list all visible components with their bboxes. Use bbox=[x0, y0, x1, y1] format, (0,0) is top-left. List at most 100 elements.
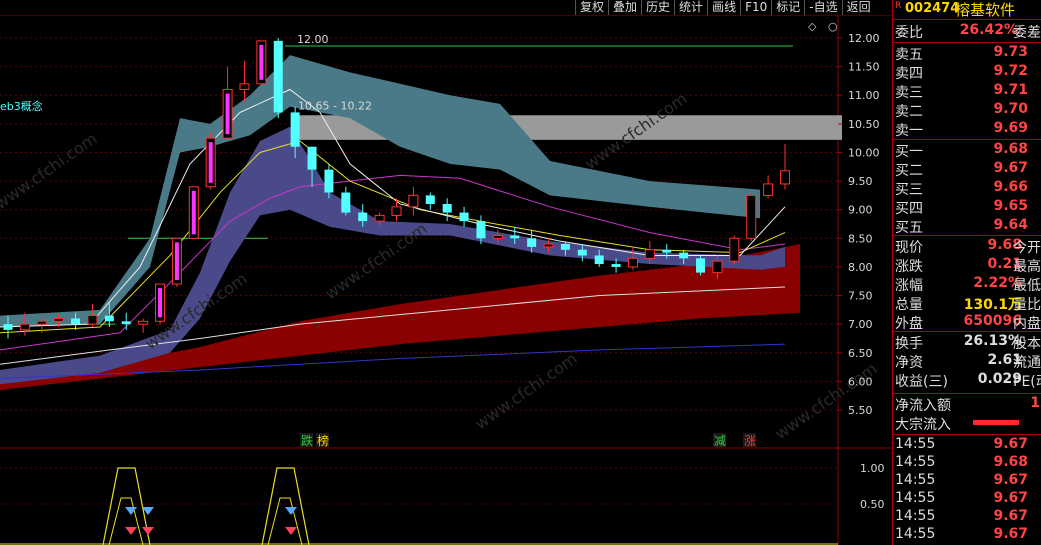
candle-up bbox=[87, 315, 98, 325]
tick-price: 9.67 bbox=[993, 436, 1028, 452]
bid-row: 买三 9.66 bbox=[893, 179, 1041, 198]
committee-value: 26.42% bbox=[959, 22, 1018, 38]
quote-tail: 最低 bbox=[1013, 278, 1041, 294]
quote-tail: 最高 bbox=[1013, 259, 1041, 275]
tick-row: 14:55 9.67 bbox=[893, 490, 1041, 508]
candle-down bbox=[560, 244, 570, 250]
bid-label: 买二 bbox=[895, 163, 923, 179]
quote-label: 涨幅 bbox=[895, 278, 923, 294]
toolbar-item-2[interactable]: 历史 bbox=[641, 0, 675, 15]
bid-value: 9.64 bbox=[993, 217, 1028, 233]
bid-label: 买三 bbox=[895, 182, 923, 198]
sub-signal bbox=[102, 467, 151, 545]
gem-icon bbox=[285, 507, 297, 515]
tick-time: 14:55 bbox=[895, 472, 936, 488]
candle-down bbox=[425, 195, 435, 204]
y-tick-label: 10.00 bbox=[848, 146, 880, 159]
bid-value: 9.67 bbox=[993, 160, 1028, 176]
high-label: 12.00 bbox=[297, 33, 329, 46]
committee-tail: 委差 bbox=[1013, 25, 1041, 41]
candle-up bbox=[543, 243, 554, 248]
candle-down bbox=[290, 112, 300, 147]
toolbar-item-3[interactable]: 统计 bbox=[674, 0, 708, 15]
quote-row: 涨跌 0.21 最高 bbox=[893, 256, 1041, 275]
tick-price: 9.67 bbox=[993, 508, 1028, 524]
stock-header[interactable]: R 002474 榕基软件 bbox=[893, 0, 1041, 19]
candle-up bbox=[138, 320, 149, 325]
ask-row: 卖三 9.71 bbox=[893, 82, 1041, 101]
toolbar-item-4[interactable]: 画线 bbox=[707, 0, 741, 15]
ask-row: 卖一 9.69 bbox=[893, 120, 1041, 139]
y-tick-label: 6.50 bbox=[848, 347, 873, 360]
range-label: 10.65 - 10.22 bbox=[298, 99, 372, 112]
y-tick-label: 7.50 bbox=[848, 290, 873, 303]
flow-label: 大宗流入 bbox=[895, 417, 951, 433]
limit-up-mark bbox=[158, 288, 163, 318]
gem-icon bbox=[142, 527, 154, 535]
diamond-icon[interactable]: ◇ bbox=[808, 20, 817, 33]
bid-label: 买一 bbox=[895, 144, 923, 160]
tick-price: 9.67 bbox=[993, 490, 1028, 506]
quote-row: 外盘 650096 内盘 bbox=[893, 313, 1041, 332]
watermark: www.cfchi.com bbox=[0, 129, 101, 213]
tick-time: 14:55 bbox=[895, 526, 936, 542]
committee-label: 委比 bbox=[895, 25, 923, 41]
toolbar-item-7[interactable]: -自选 bbox=[804, 0, 842, 15]
candle-down bbox=[358, 212, 368, 222]
tick-row: 14:55 9.67 bbox=[893, 508, 1041, 526]
quote-row: 涨幅 2.22% 最低 bbox=[893, 275, 1041, 294]
toolbar-item-0[interactable]: 复权 bbox=[575, 0, 609, 15]
candle-up bbox=[36, 320, 47, 325]
toolbar-item-8[interactable]: 返回 bbox=[841, 0, 875, 15]
candle-down bbox=[341, 192, 351, 213]
watermark: www.cfchi.com bbox=[471, 349, 580, 433]
candle-down bbox=[696, 258, 706, 273]
toolbar-item-6[interactable]: 标记 bbox=[771, 0, 805, 15]
toolbar-item-1[interactable]: 叠加 bbox=[608, 0, 642, 15]
ask-label: 卖四 bbox=[895, 66, 923, 82]
stock-code: 002474 bbox=[905, 1, 960, 16]
ask-value: 9.72 bbox=[993, 63, 1028, 79]
finance-row: 换手 26.13% 股本 bbox=[893, 333, 1041, 352]
tick-time: 14:55 bbox=[895, 436, 936, 452]
stock-name: 榕基软件 bbox=[955, 1, 1016, 19]
finance-label: 收益(三) bbox=[895, 374, 948, 390]
concept-label: eb3概念 bbox=[0, 99, 43, 113]
quote-label: 现价 bbox=[895, 240, 923, 256]
candle-up bbox=[239, 83, 250, 91]
red-band bbox=[0, 244, 800, 390]
ask-label: 卖二 bbox=[895, 104, 923, 120]
kline-chart[interactable]: 12.00 10.65 - 10.22 eb3概念 www.cfchi.com www.… bbox=[0, 15, 892, 545]
committee-row: 委比 26.42% 委差 bbox=[893, 22, 1041, 41]
candle-down bbox=[3, 324, 13, 330]
toolbar-item-5[interactable]: F10 bbox=[740, 0, 772, 15]
ask-label: 卖一 bbox=[895, 123, 923, 139]
y-tick-label: 7.00 bbox=[848, 318, 873, 331]
limit-up-mark bbox=[208, 142, 213, 183]
y-tick-label: 8.00 bbox=[848, 261, 873, 274]
limit-up-mark bbox=[259, 44, 264, 80]
candle-up bbox=[746, 194, 757, 239]
quote-tail: 今开 bbox=[1013, 240, 1041, 256]
candle-down bbox=[527, 238, 537, 247]
bid-row: 买一 9.68 bbox=[893, 141, 1041, 160]
candle-down bbox=[71, 318, 81, 325]
ask-row: 卖四 9.72 bbox=[893, 63, 1041, 82]
candle-up bbox=[53, 317, 64, 322]
limit-up-mark bbox=[191, 190, 196, 235]
y-tick-label: 11.50 bbox=[848, 61, 880, 74]
quote-row: 现价 9.68 今开 bbox=[893, 237, 1041, 256]
signal-text: 跌 bbox=[301, 433, 313, 448]
candle-down bbox=[594, 255, 604, 265]
candle-down bbox=[104, 315, 114, 322]
limit-up-mark bbox=[174, 242, 179, 281]
sub-y-tick: 0.50 bbox=[860, 498, 885, 511]
sub-y-tick: 1.00 bbox=[860, 462, 885, 475]
candle-up bbox=[391, 206, 402, 216]
y-tick-label: 9.50 bbox=[848, 175, 873, 188]
circle-icon[interactable]: ○ bbox=[828, 20, 838, 33]
finance-label: 换手 bbox=[895, 336, 923, 352]
bid-row: 买二 9.67 bbox=[893, 160, 1041, 179]
ask-value: 9.71 bbox=[993, 82, 1028, 98]
bid-value: 9.66 bbox=[993, 179, 1028, 195]
